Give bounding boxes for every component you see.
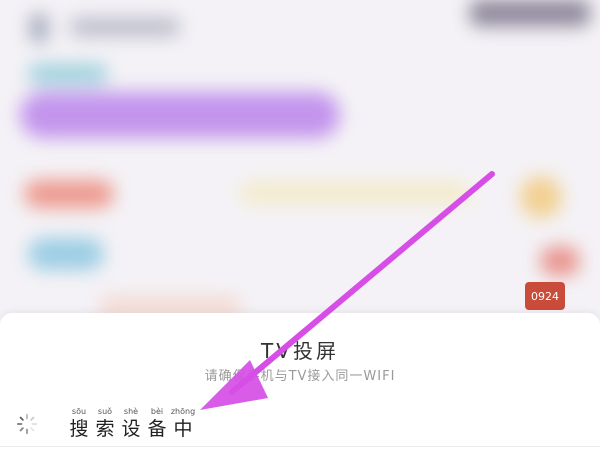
bg-banner [20,92,340,138]
bg-text-bar [240,182,470,204]
pinyin: bèi [150,407,164,416]
hanzi: 索 [95,418,115,440]
bg-emoji-icon [520,176,562,218]
bg-header-bar [70,18,180,36]
bg-tag [28,64,108,84]
pinyin-char: sōu 搜 [66,407,92,441]
sheet-hint: 请确保手机与TV接入同一WIFI [204,369,396,384]
bg-tag-blue [28,238,104,270]
loading-spinner-icon [16,413,38,435]
pinyin: sōu [71,407,87,416]
pinyin-char: shè 设 [118,407,144,441]
bg-flag [540,246,580,276]
sheet-title: TV投屏 [261,339,339,363]
pinyin: suǒ [97,407,113,416]
pinyin-char: zhōng 中 [170,407,196,441]
bg-timer-badge: 0924 [525,282,565,310]
sheet-divider [0,446,600,447]
bg-tag-red [24,180,114,208]
tv-cast-sheet: TV投屏 请确保手机与TV接入同一WIFI sōu 搜 suǒ 索 shè 设 … [0,313,600,462]
pinyin: shè [123,407,139,416]
pinyin: zhōng [170,407,196,416]
hanzi: 中 [173,418,193,440]
back-icon [30,14,48,42]
pinyin-char: suǒ 索 [92,407,118,441]
searching-devices-label: sōu 搜 suǒ 索 shè 设 bèi 备 zhōng 中 [66,407,196,441]
pinyin-char: bèi 备 [144,407,170,441]
bg-top-image [470,0,590,26]
searching-devices-row: sōu 搜 suǒ 索 shè 设 bèi 备 zhōng 中 [16,401,576,441]
hanzi: 设 [121,418,141,440]
hanzi: 备 [147,418,167,440]
hanzi: 搜 [69,418,89,440]
